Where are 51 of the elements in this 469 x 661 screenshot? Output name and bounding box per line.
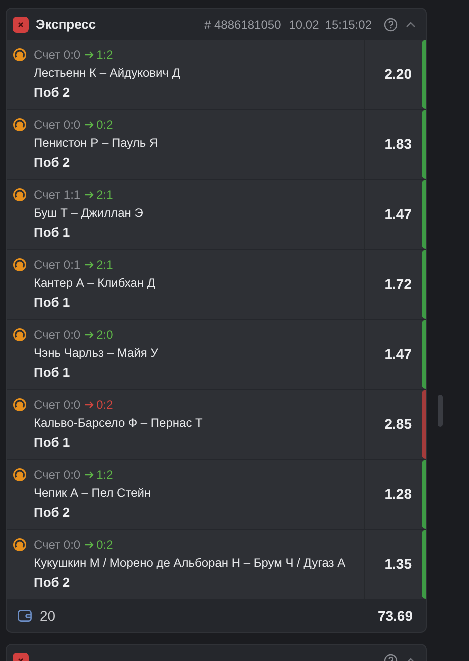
score-text: Счет 0:0 [34,47,81,64]
collapse-icon[interactable] [406,22,416,28]
match-name: Кальво-Барсело Ф – Пернас Т [34,415,203,432]
pick-label: Поб 1 [34,294,72,312]
card-title: Экспресс [36,16,96,34]
score-result: 2:1 [96,187,114,204]
score-text: Счет 0:0 [34,467,81,484]
match-name: Лестьенн К – Айдукович Д [34,65,180,82]
pick-label: Поб 1 [34,364,72,382]
score-text: Счет 0:0 [34,537,81,554]
odds-value: 2.20 [384,65,412,84]
bet-id: # 4886181050 [204,16,282,34]
score-text: Счет 0:1 [34,257,81,274]
score-result: 0:2 [96,117,114,134]
score-result: 2:0 [96,327,114,344]
pick-label: Поб 1 [34,224,72,242]
stake-amount: 20 [40,606,56,626]
score-text: Счет 0:0 [34,327,81,344]
score-text: Счет 0:0 [34,117,81,134]
total-odds: 73.69 [378,606,413,626]
odds-value: 2.85 [384,415,412,434]
odds-value: 1.28 [384,485,412,504]
match-name: Кантер А – Клибхан Д [34,275,156,292]
score-result: 0:2 [96,537,114,554]
score-result: 0:2 [96,397,114,414]
pick-label: Поб 2 [34,574,72,592]
score-result: 1:2 [96,467,114,484]
bet-time: 15:15:02 [325,16,372,34]
scrollbar-thumb[interactable] [438,395,443,427]
pick-label: Поб 1 [34,434,72,452]
close-icon[interactable] [13,16,29,32]
help-icon[interactable] [384,18,398,32]
match-name: Пенистон Р – Пауль Я [34,135,158,152]
wallet-icon [18,610,32,622]
pick-label: Поб 2 [34,84,72,102]
score-text: Счет 0:0 [34,397,81,414]
pick-label: Поб 2 [34,504,72,522]
match-name: Буш Т – Джиллан Э [34,205,144,222]
odds-value: 1.72 [384,275,412,294]
odds-value: 1.35 [384,555,412,574]
bet-date: 10.02 [289,16,320,34]
pick-label: Поб 2 [34,154,72,172]
score-result: 1:2 [96,47,114,64]
odds-value: 1.47 [384,345,412,364]
match-name: Чэнь Чарльз – Майя У [34,345,158,362]
match-name: Чепик А – Пел Стейн [34,485,152,502]
odds-value: 1.83 [384,135,412,154]
score-result: 2:1 [96,257,114,274]
match-name: Кукушкин М / Морено де Альборан Н – Брум Ч / Дугаз А [34,555,346,572]
odds-value: 1.47 [384,205,412,224]
score-text: Счет 1:1 [34,187,81,204]
